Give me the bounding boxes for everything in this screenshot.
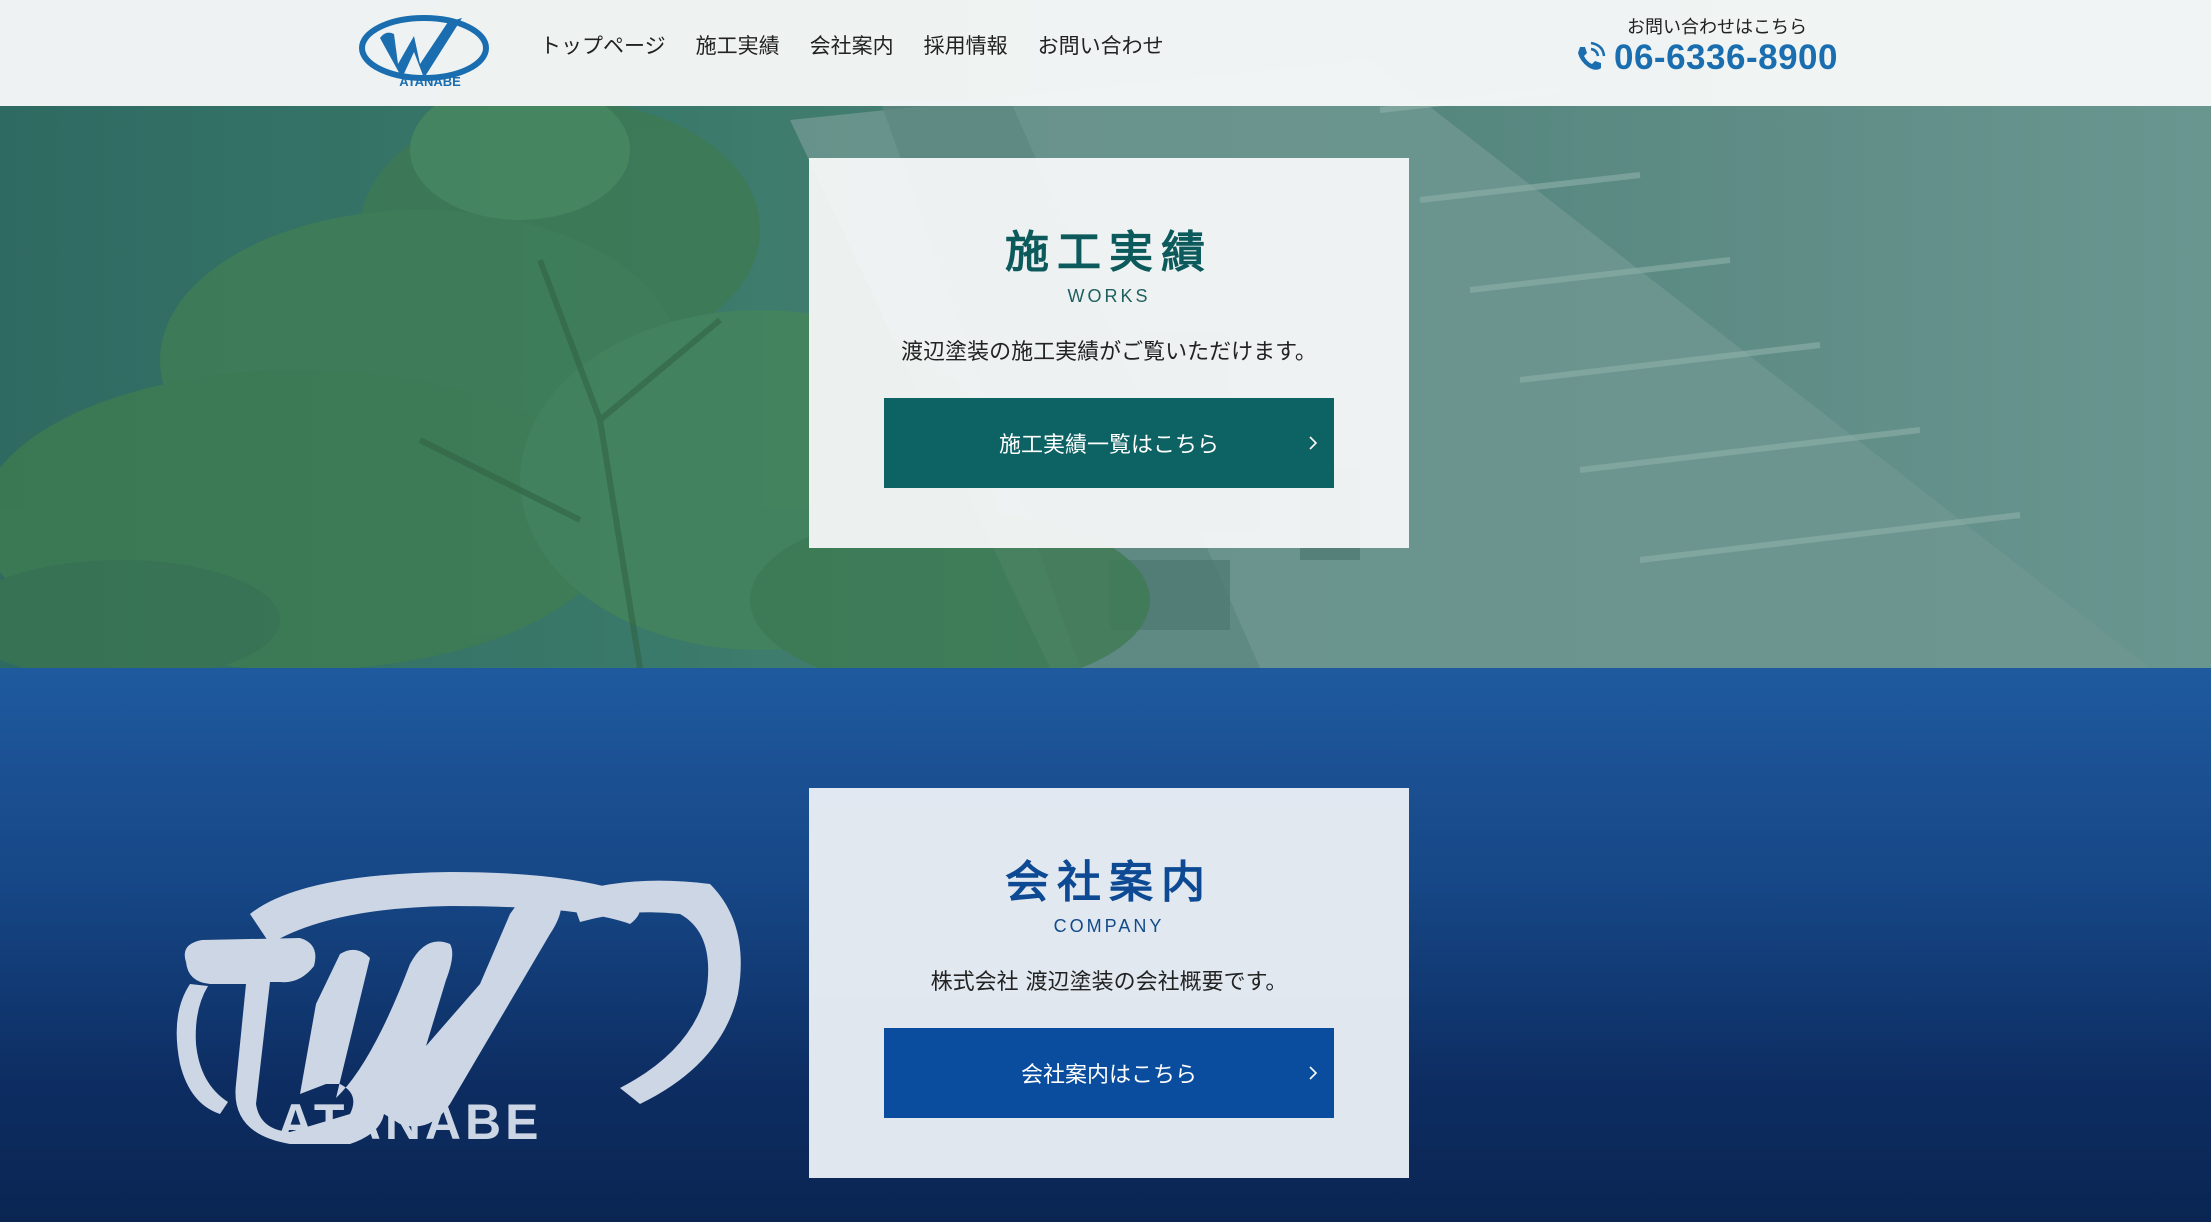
company-description: 株式会社 渡辺塗装の会社概要です。 [930,970,1288,995]
company-section: ATANABE 会社案内 COMPANY 株式会社 渡辺塗装の会社概要です。 会… [0,668,2211,1222]
nav-item-recruit[interactable]: 採用情報 [924,30,1008,60]
watanabe-large-logo: ATANABE [176,872,741,1144]
works-subtitle: WORKS [1067,286,1151,306]
phone-icon [1578,41,1606,70]
works-title: 施工実績 [1005,227,1213,278]
phone-link[interactable]: 06-6336-8900 [1572,38,1838,78]
company-card: 会社案内 COMPANY 株式会社 渡辺塗装の会社概要です。 会社案内はこちら [809,788,1409,1178]
nav-item-works[interactable]: 施工実績 [696,30,780,60]
large-logo-text: ATANABE [277,1094,542,1144]
watanabe-logo[interactable]: ATANABE [358,8,498,88]
logo-text: ATANABE [399,74,461,88]
main-nav: トップページ 施工実績 会社案内 採用情報 お問い合わせ [540,30,1164,60]
company-button-label: 会社案内はこちら [1020,1063,1197,1088]
company-title: 会社案内 [1005,857,1213,908]
nav-item-contact[interactable]: お問い合わせ [1038,30,1164,60]
company-subtitle: COMPANY [1053,916,1165,936]
site-header: ATANABE トップページ 施工実績 会社案内 採用情報 お問い合わせ お問い… [0,0,2211,106]
nav-item-top[interactable]: トップページ [540,30,666,60]
works-list-button[interactable]: 施工実績一覧はこちら [884,398,1334,488]
nav-item-company[interactable]: 会社案内 [810,30,894,60]
phone-number: 06-6336-8900 [1614,38,1838,77]
chevron-right-icon [1309,436,1318,450]
works-description: 渡辺塗装の施工実績がご覧いただけます。 [901,340,1317,365]
works-button-label: 施工実績一覧はこちら [998,433,1219,458]
contact-label: お問い合わせはこちら [1627,17,1807,38]
chevron-right-icon [1309,1066,1318,1080]
works-card: 施工実績 WORKS 渡辺塗装の施工実績がご覧いただけます。 施工実績一覧はこち… [809,158,1409,548]
company-info-button[interactable]: 会社案内はこちら [884,1028,1334,1118]
